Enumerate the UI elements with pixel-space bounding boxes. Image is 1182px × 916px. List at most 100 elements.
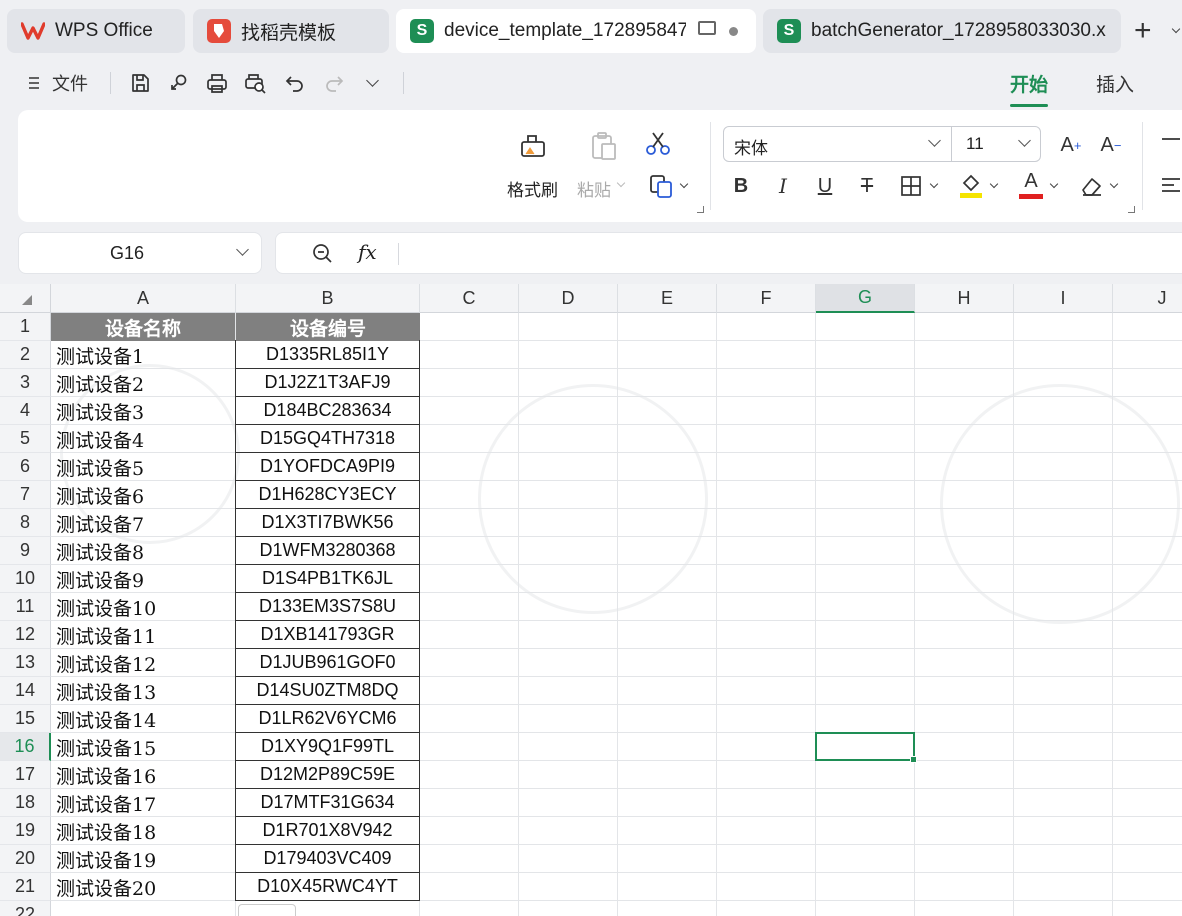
font-launcher-icon[interactable] — [1128, 206, 1135, 213]
selected-cell-outline[interactable] — [815, 732, 917, 763]
column-header-d[interactable]: D — [519, 284, 618, 313]
align-top-icon[interactable] — [1158, 130, 1182, 156]
header-cell-device-name[interactable]: 设备名称 — [51, 313, 235, 341]
column-header-f[interactable]: F — [717, 284, 816, 313]
row-header[interactable]: 10 — [0, 565, 51, 593]
file-menu-button[interactable]: 文件 — [26, 68, 96, 98]
row-header[interactable]: 2 — [0, 341, 51, 369]
table-cell-device-id[interactable]: D17MTF31G634 — [235, 788, 420, 817]
column-header-h[interactable]: H — [915, 284, 1014, 313]
tab-wps-office[interactable]: WPS Office — [7, 9, 185, 53]
table-cell-device-name[interactable]: 测试设备17 — [51, 789, 236, 817]
table-cell-device-name[interactable]: 测试设备11 — [51, 621, 236, 649]
tab-device-template[interactable]: S device_template_172895847 — [396, 9, 756, 53]
zoom-search-icon[interactable] — [310, 241, 336, 267]
table-cell-device-name[interactable]: 测试设备9 — [51, 565, 236, 593]
column-header-c[interactable]: C — [420, 284, 519, 313]
ribbon-tab-home[interactable]: 开始 — [1010, 70, 1049, 107]
monitor-icon[interactable] — [698, 21, 716, 35]
column-header-j[interactable]: J — [1113, 284, 1182, 313]
font-name-field[interactable]: 宋体 — [734, 134, 768, 159]
format-painter-label[interactable]: 格式刷 — [507, 176, 558, 201]
row-header[interactable]: 16 — [0, 733, 51, 761]
increase-font-size-icon[interactable]: A + — [1056, 130, 1086, 160]
table-cell-device-name[interactable]: 测试设备15 — [51, 733, 236, 761]
row-header[interactable]: 4 — [0, 397, 51, 425]
font-size-field[interactable]: 11 — [966, 134, 984, 154]
clear-format-chevron-icon[interactable] — [1109, 179, 1119, 189]
column-header-b[interactable]: B — [236, 284, 420, 313]
column-header-i[interactable]: I — [1014, 284, 1113, 313]
column-header-g[interactable]: G — [816, 284, 915, 313]
tab-docer-templates[interactable]: 找稻壳模板 — [193, 9, 389, 53]
print-preview-icon[interactable] — [242, 68, 270, 98]
select-all-corner[interactable] — [0, 284, 51, 313]
borders-icon[interactable] — [898, 172, 924, 200]
table-cell-device-id[interactable]: D1J2Z1T3AFJ9 — [235, 368, 420, 397]
font-color-icon[interactable]: A — [1017, 170, 1045, 200]
table-cell-device-name[interactable]: 测试设备14 — [51, 705, 236, 733]
table-cell-device-id[interactable]: D1XY9Q1F99TL — [235, 732, 420, 761]
table-cell-device-name[interactable]: 测试设备16 — [51, 761, 236, 789]
row-header[interactable]: 5 — [0, 425, 51, 453]
cut-scissors-icon[interactable] — [642, 128, 674, 160]
table-cell-device-name[interactable]: 测试设备8 — [51, 537, 236, 565]
tab-batch-generator[interactable]: S batchGenerator_1728958033030.x — [763, 9, 1121, 53]
paste-options-chevron-icon[interactable] — [616, 178, 626, 188]
unsaved-dot-icon[interactable] — [729, 27, 738, 36]
table-cell-device-id[interactable]: D1X3TI7BWK56 — [235, 508, 420, 537]
ribbon-tab-insert[interactable]: 插入 — [1096, 70, 1134, 97]
font-name-chevron-icon[interactable] — [928, 134, 941, 147]
table-cell-device-name[interactable]: 测试设备18 — [51, 817, 236, 845]
table-cell-device-name[interactable]: 测试设备13 — [51, 677, 236, 705]
table-cell-device-id[interactable]: D10X45RWC4YT — [235, 872, 420, 901]
more-quick-actions-chevron-icon[interactable] — [366, 74, 379, 87]
table-cell-device-name[interactable]: 测试设备10 — [51, 593, 236, 621]
name-box[interactable]: G16 — [18, 232, 262, 274]
header-cell-device-id[interactable]: 设备编号 — [236, 313, 420, 341]
row-header[interactable]: 12 — [0, 621, 51, 649]
font-color-chevron-icon[interactable] — [1049, 179, 1059, 189]
strikethrough-icon[interactable]: T — [854, 172, 880, 200]
clipboard-launcher-icon[interactable] — [697, 206, 704, 213]
redo-icon[interactable] — [320, 68, 348, 98]
table-cell-device-name[interactable]: 测试设备2 — [51, 369, 236, 397]
table-cell-device-name[interactable]: 测试设备7 — [51, 509, 236, 537]
table-cell-device-name[interactable]: 测试设备12 — [51, 649, 236, 677]
table-cell-device-id[interactable]: D12M2P89C59E — [235, 760, 420, 789]
row-header[interactable]: 3 — [0, 369, 51, 397]
row-header[interactable]: 22 — [0, 901, 51, 916]
borders-chevron-icon[interactable] — [929, 179, 939, 189]
decrease-font-size-icon[interactable]: A − — [1096, 130, 1126, 160]
fill-color-icon[interactable] — [957, 170, 985, 200]
align-left-icon[interactable] — [1158, 172, 1182, 198]
row-header[interactable]: 18 — [0, 789, 51, 817]
fx-icon[interactable]: fx — [358, 240, 377, 264]
new-tab-plus-icon[interactable]: + — [1134, 14, 1152, 48]
table-cell-device-name[interactable]: 测试设备3 — [51, 397, 236, 425]
column-header-a[interactable]: A — [51, 284, 236, 313]
table-cell-device-id[interactable]: D133EM3S7S8U — [235, 592, 420, 621]
row-header[interactable]: 9 — [0, 537, 51, 565]
row-header[interactable]: 11 — [0, 593, 51, 621]
table-cell-device-id[interactable]: D15GQ4TH7318 — [235, 424, 420, 453]
column-header-e[interactable]: E — [618, 284, 717, 313]
copy-icon[interactable] — [646, 172, 676, 200]
share-link-icon[interactable] — [165, 68, 193, 98]
copy-options-chevron-icon[interactable] — [679, 179, 689, 189]
table-cell-device-id[interactable]: D1YOFDCA9PI9 — [235, 452, 420, 481]
row-header[interactable]: 8 — [0, 509, 51, 537]
cell-reference[interactable]: G16 — [19, 243, 235, 264]
row-header[interactable]: 17 — [0, 761, 51, 789]
row-header[interactable]: 1 — [0, 313, 51, 341]
name-box-chevron-icon[interactable] — [236, 243, 249, 256]
paste-options-button[interactable] — [238, 904, 296, 916]
underline-icon[interactable]: U — [812, 172, 838, 200]
tab-list-chevron-icon[interactable] — [1171, 24, 1181, 34]
table-cell-device-id[interactable]: D1335RL85I1Y — [235, 340, 420, 369]
table-cell-device-name[interactable]: 测试设备1 — [51, 341, 236, 369]
table-cell-device-name[interactable]: 测试设备20 — [51, 873, 236, 901]
table-cell-device-id[interactable]: D1WFM3280368 — [235, 536, 420, 565]
table-cell-device-name[interactable]: 测试设备19 — [51, 845, 236, 873]
format-painter-icon[interactable] — [514, 128, 554, 164]
